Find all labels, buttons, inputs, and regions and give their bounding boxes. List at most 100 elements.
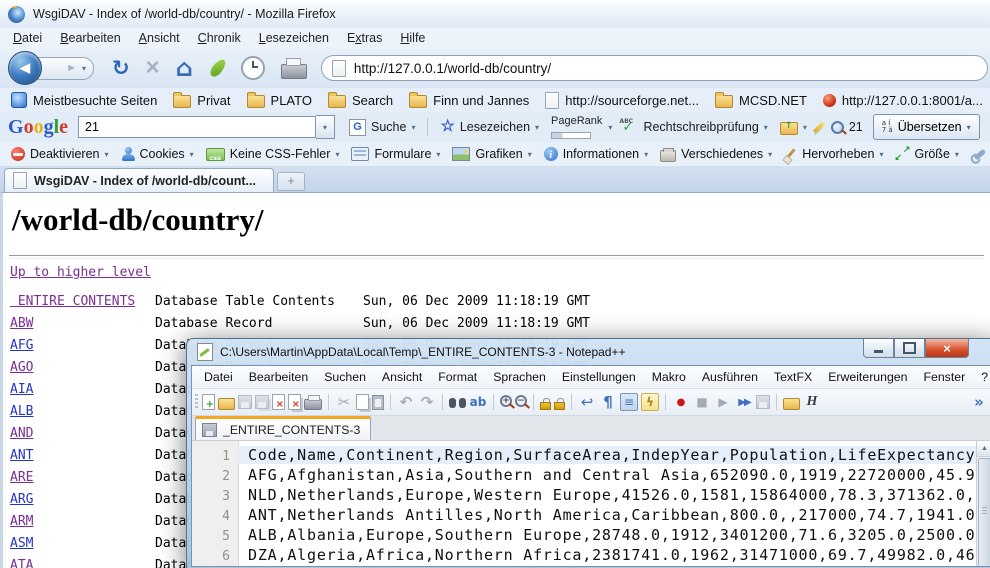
cut-icon[interactable]: ✂	[335, 393, 353, 411]
copy-icon[interactable]	[356, 394, 369, 410]
directory-entry-link[interactable]: ENTIRE CONTENTS	[10, 294, 135, 309]
directory-entry-link[interactable]: ATA	[10, 558, 33, 568]
vertical-scrollbar[interactable]: ▲	[976, 441, 990, 567]
document-tab[interactable]: _ENTIRE_CONTENTS-3	[195, 416, 371, 440]
sync-vertical-scroll-icon[interactable]	[540, 402, 551, 410]
bookmark-localhost-8001[interactable]: http://127.0.0.1:8001/a...	[816, 91, 990, 110]
home-button[interactable]: ⌂	[176, 54, 193, 82]
webdev-extras[interactable]: Extras ▾	[966, 145, 990, 163]
maximize-button[interactable]	[894, 339, 925, 358]
leaf-extension-icon[interactable]	[208, 57, 228, 79]
directory-entry-link[interactable]: AND	[10, 426, 33, 441]
indent-guide-icon[interactable]: ≡	[620, 393, 638, 411]
webdev-grafiken[interactable]: Grafiken ▾	[447, 145, 536, 163]
editor-area[interactable]: 1Code,Name,Continent,Region,SurfaceArea,…	[192, 441, 990, 567]
show-symbols-icon[interactable]: ¶	[599, 393, 617, 411]
directory-entry-link[interactable]: AGO	[10, 360, 33, 375]
reload-button[interactable]: ↻	[112, 56, 130, 80]
sync-horizontal-scroll-icon[interactable]	[554, 402, 565, 410]
url-input[interactable]	[354, 61, 977, 76]
play-macro-icon[interactable]: ▶	[714, 393, 732, 411]
highlighter-icon[interactable]	[813, 121, 825, 133]
spellcheck-button[interactable]: Rechtschreibprüfung ▾	[612, 117, 773, 138]
pagerank-indicator[interactable]: PageRank	[545, 114, 608, 141]
google-search-input[interactable]	[78, 116, 316, 138]
directory-entry-link[interactable]: ANT	[10, 448, 33, 463]
webdev-formulare[interactable]: Formulare ▾	[346, 145, 445, 163]
google-bookmarks-button[interactable]: ☆ Lesezeichen ▾	[434, 118, 545, 136]
up-to-higher-level-link[interactable]: Up to higher level	[10, 265, 151, 280]
clock-extension-icon[interactable]	[241, 56, 265, 80]
undo-icon[interactable]: ↶	[397, 393, 415, 411]
bookmark-folder-finn-und-jannes[interactable]: Finn und Jannes	[402, 90, 536, 110]
save-icon[interactable]	[238, 395, 252, 409]
npp-menu-item[interactable]: ?	[973, 368, 990, 386]
webdev-verschiedenes[interactable]: Verschiedenes ▾	[655, 145, 777, 164]
new-file-icon[interactable]: +	[202, 394, 215, 410]
open-file-icon[interactable]	[218, 398, 235, 410]
directory-entry-link[interactable]: ALB	[10, 404, 33, 419]
firefox-menu-item[interactable]: Chronik	[189, 29, 250, 47]
close-all-icon[interactable]: ×	[288, 394, 301, 410]
firefox-tab[interactable]: WsgiDAV - Index of /world-db/count...	[4, 168, 274, 192]
bookmark-folder-search[interactable]: Search	[321, 90, 400, 110]
google-search-button[interactable]: G Suche ▾	[343, 117, 421, 138]
npp-menu-item[interactable]: Makro	[644, 368, 694, 386]
save-all-icon[interactable]	[255, 395, 269, 409]
save-macro-icon[interactable]	[756, 395, 770, 409]
firefox-menu-item[interactable]: Datei	[4, 29, 51, 47]
word-find-button[interactable]: 21	[825, 118, 869, 136]
scroll-up-button[interactable]: ▲	[977, 441, 990, 457]
npp-menu-item[interactable]: Fenster	[915, 368, 973, 386]
firefox-menu-item[interactable]: Bearbeiten	[51, 29, 129, 47]
print-button[interactable]	[281, 64, 307, 79]
open-containing-folder-icon[interactable]	[783, 398, 800, 410]
back-button[interactable]: ◀	[8, 51, 42, 85]
replace-icon[interactable]: ab	[469, 393, 487, 411]
scrollbar-thumb[interactable]	[978, 458, 990, 567]
send-to-button[interactable]: ▾	[774, 117, 813, 137]
firefox-menu-item[interactable]: Lesezeichen	[250, 29, 338, 47]
npp-menu-item[interactable]: Format	[430, 368, 485, 386]
firefox-menu-item[interactable]: Hilfe	[391, 29, 434, 47]
stop-macro-icon[interactable]: ■	[693, 393, 711, 411]
stop-button[interactable]: ×	[146, 58, 160, 78]
record-macro-icon[interactable]: ●	[672, 393, 690, 411]
user-dialog-icon[interactable]: ϟ	[641, 393, 659, 411]
npp-menu-item[interactable]: Bearbeiten	[241, 368, 316, 386]
url-bar[interactable]	[321, 55, 988, 81]
webdev-groesse[interactable]: Größe ▾	[890, 145, 963, 163]
find-icon[interactable]	[449, 398, 466, 409]
history-dropdown-caret[interactable]: ▾	[82, 64, 86, 73]
translate-button[interactable]: Übersetzen ▾	[873, 114, 980, 140]
webdev-informationen[interactable]: Informationen ▾	[539, 145, 653, 163]
directory-entry-link[interactable]: ASM	[10, 536, 33, 551]
google-search-dropdown[interactable]: ▾	[316, 115, 335, 139]
npp-menu-item[interactable]: Ausführen	[694, 368, 766, 386]
new-tab-button[interactable]: +	[277, 172, 305, 191]
paste-icon[interactable]	[372, 395, 384, 410]
zoom-in-icon[interactable]: +	[500, 395, 512, 407]
minimize-button[interactable]	[863, 339, 894, 358]
directory-entry-link[interactable]: ARG	[10, 492, 33, 507]
webdev-css[interactable]: Keine CSS-Fehler ▾	[201, 145, 345, 163]
html-preview-icon[interactable]: H	[803, 393, 821, 411]
firefox-menu-item[interactable]: Extras	[338, 29, 391, 47]
npp-menu-item[interactable]: Datei	[196, 368, 241, 386]
notepadpp-titlebar[interactable]: C:\Users\Martin\AppData\Local\Temp\_ENTI…	[191, 339, 990, 365]
bookmark-sourceforge[interactable]: http://sourceforge.net...	[538, 90, 706, 111]
npp-menu-item[interactable]: Einstellungen	[554, 368, 644, 386]
directory-entry-link[interactable]: ARE	[10, 470, 33, 485]
toolbar-overflow-icon[interactable]: »	[970, 393, 988, 411]
npp-menu-item[interactable]: Suchen	[316, 368, 374, 386]
redo-icon[interactable]: ↷	[418, 393, 436, 411]
npp-menu-item[interactable]: Ansicht	[374, 368, 430, 386]
directory-entry-link[interactable]: ABW	[10, 316, 33, 331]
bookmark-folder-mcsd-net[interactable]: MCSD.NET	[708, 90, 814, 110]
close-button[interactable]: ×	[925, 339, 969, 358]
directory-entry-link[interactable]: AIA	[10, 382, 33, 397]
bookmark-folder-privat[interactable]: Privat	[166, 90, 237, 110]
run-macro-multiple-icon[interactable]: ▶▶	[735, 393, 753, 411]
zoom-out-icon[interactable]: −	[515, 395, 527, 407]
directory-entry-link[interactable]: AFG	[10, 338, 33, 353]
